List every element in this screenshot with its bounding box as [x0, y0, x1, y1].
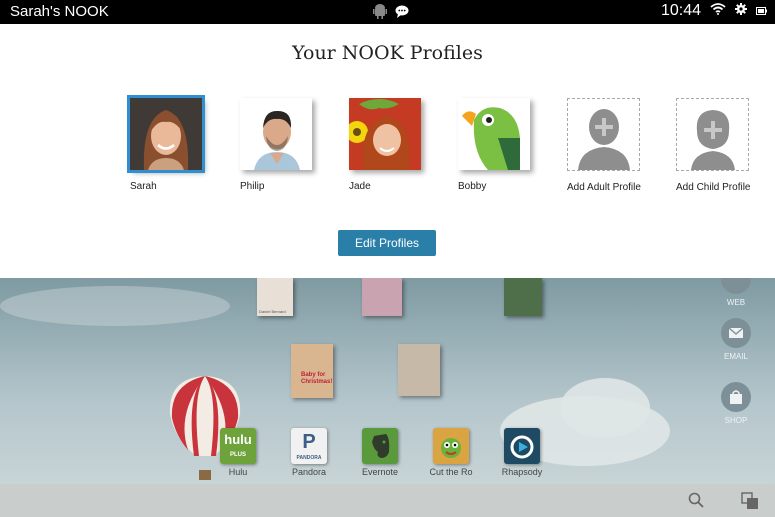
side-shortcut-label: WEB	[726, 298, 746, 307]
hulu-icon[interactable]: hulu PLUS	[220, 428, 256, 464]
cloud	[560, 378, 650, 438]
add-adult-profile[interactable]: Add Adult Profile	[567, 98, 657, 193]
app-cut-the-rope[interactable]: Cut the Ro	[421, 428, 481, 477]
profile-name: Philip	[240, 181, 265, 192]
settings-icon[interactable]	[735, 2, 747, 20]
profiles-panel: Your NOOK Profiles Sarah Philip Jade Bob…	[0, 24, 775, 278]
profile-avatar-philip[interactable]	[240, 98, 312, 170]
app-rhapsody[interactable]: Rhapsody	[492, 428, 552, 477]
profile-sarah[interactable]: Sarah	[127, 95, 220, 192]
child-silhouette-icon	[691, 110, 735, 170]
edit-profiles-button[interactable]: Edit Profiles	[338, 230, 436, 256]
profile-name: Bobby	[458, 181, 487, 192]
pandora-icon[interactable]: P PANDORA	[291, 428, 327, 464]
profile-name: Sarah	[130, 181, 157, 192]
profile-avatar-sarah[interactable]	[127, 95, 205, 173]
wifi-icon	[710, 2, 726, 20]
status-bar: Sarah's NOOK 10:44	[0, 0, 775, 24]
app-pandora[interactable]: P PANDORA Pandora	[279, 428, 339, 477]
shop-bag-icon[interactable]	[721, 382, 751, 412]
chat-icon[interactable]	[395, 5, 409, 23]
magazine-cover-text: Baby for Christmas!	[301, 372, 333, 385]
app-label: Hulu	[228, 467, 248, 477]
panel-heading: Your NOOK Profiles	[292, 42, 483, 64]
device-name: Sarah's NOOK	[10, 3, 109, 20]
profile-name: Jade	[349, 181, 371, 192]
search-icon[interactable]	[688, 492, 704, 513]
magazine-thumbnail[interactable]: Baby for Christmas!	[291, 344, 333, 398]
app-label: Rhapsody	[501, 467, 543, 477]
side-shortcut-shop[interactable]: SHOP	[711, 382, 761, 425]
app-label: Evernote	[361, 467, 399, 477]
pandora-icon-text: P	[302, 431, 316, 453]
hulu-icon-subtext: PLUS	[229, 452, 246, 458]
add-child-profile[interactable]: Add Child Profile	[676, 98, 766, 193]
rhapsody-icon[interactable]	[504, 428, 540, 464]
android-icon	[373, 3, 387, 24]
magazine-thumbnail[interactable]	[504, 278, 542, 316]
evernote-icon[interactable]	[362, 428, 398, 464]
side-shortcut-web[interactable]: WEB	[711, 278, 761, 307]
profile-avatar-jade[interactable]	[349, 98, 421, 170]
profile-name: Add Adult Profile	[567, 182, 641, 193]
profile-name: Add Child Profile	[676, 182, 751, 193]
cloud	[0, 286, 230, 326]
cut-the-rope-icon[interactable]	[433, 428, 469, 464]
profile-avatar-bobby[interactable]	[458, 98, 530, 170]
book-thumbnail[interactable]: Daniel Bernard	[257, 278, 293, 316]
book-cover-text: Daniel Bernard	[259, 309, 286, 314]
clock: 10:44	[660, 2, 701, 19]
web-icon[interactable]	[721, 278, 751, 294]
app-label: Cut the Ro	[429, 467, 473, 477]
profile-bobby[interactable]: Bobby	[458, 98, 548, 192]
pandora-icon-subtext: PANDORA	[296, 455, 322, 461]
side-shortcut-label: EMAIL	[723, 352, 748, 361]
adult-silhouette-icon	[578, 109, 630, 170]
home-screen: Daniel Bernard Baby for Christmas! hulu P…	[0, 278, 775, 484]
add-child-profile-tile[interactable]	[676, 98, 749, 171]
side-shortcut-email[interactable]: EMAIL	[711, 318, 761, 361]
add-adult-profile-tile[interactable]	[567, 98, 640, 171]
profile-philip[interactable]: Philip	[240, 98, 330, 192]
app-label: Pandora	[291, 467, 327, 477]
app-hulu[interactable]: hulu PLUS Hulu	[208, 428, 268, 477]
side-shortcut-label: SHOP	[724, 416, 748, 425]
magazine-thumbnail[interactable]	[362, 278, 402, 316]
hulu-icon-text: hulu	[224, 432, 252, 447]
bottom-nav-bar	[0, 484, 775, 517]
recent-apps-icon[interactable]	[741, 492, 759, 515]
app-evernote[interactable]: Evernote	[350, 428, 410, 477]
email-icon[interactable]	[721, 318, 751, 348]
profile-jade[interactable]: Jade	[349, 98, 439, 192]
magazine-thumbnail[interactable]	[398, 344, 440, 396]
battery-icon	[756, 2, 767, 20]
